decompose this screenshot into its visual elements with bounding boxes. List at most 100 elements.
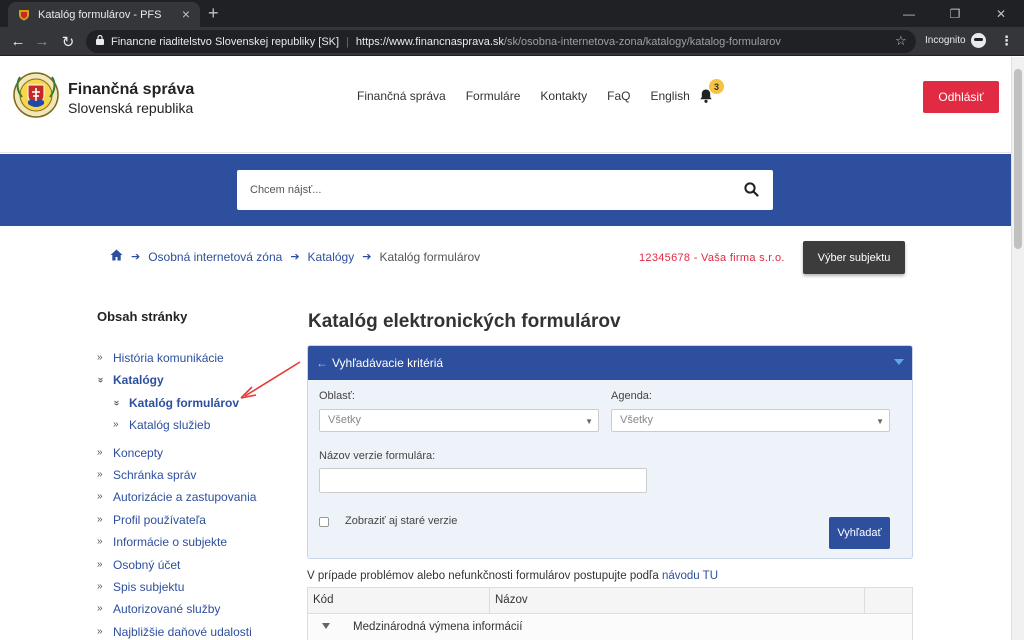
nav-item-kontakty[interactable]: Kontakty [540, 89, 587, 103]
sidebar-item-autorizovane-sluzby[interactable]: » Autorizované služby [97, 600, 277, 622]
agenda-label: Agenda: [611, 390, 652, 402]
column-header-kod[interactable]: Kód [313, 594, 333, 606]
nav-item-financna-sprava[interactable]: Finančná správa [357, 89, 446, 103]
url-host: https://www.financnasprava.sk [355, 35, 504, 48]
browser-menu-icon[interactable]: ⋮ [1000, 33, 1013, 49]
search-criteria-title: Vyhľadávacie kritériá [332, 356, 444, 370]
chevron-right-icon: » [97, 625, 103, 637]
show-old-versions-checkbox[interactable] [319, 517, 329, 527]
nav-item-english[interactable]: English [650, 89, 689, 103]
agenda-select[interactable]: Všetky ▼ [611, 409, 890, 432]
chevron-right-icon: » [97, 513, 103, 525]
page-title: Katalóg elektronických formulárov [308, 311, 621, 332]
address-bar[interactable]: Financne riaditelstvo Slovenskej republi… [86, 30, 916, 53]
sidebar-item-label: Spis subjektu [113, 579, 185, 594]
area-select-value: Všetky [328, 414, 362, 426]
sidebar-item-katalog-formularov[interactable]: » Katalóg formulárov [97, 394, 277, 416]
search-criteria-header[interactable]: ← Vyhľadávacie kritériá [308, 346, 912, 380]
financna-sprava-logo[interactable] [12, 65, 60, 125]
breadcrumb-arrow-icon: ➔ [362, 251, 372, 263]
sidebar-item-osobny-ucet[interactable]: » Osobný účet [97, 556, 277, 578]
breadcrumb-item-osobna-zona[interactable]: Osobná internetová zóna [148, 250, 282, 264]
chevron-right-icon: » [97, 468, 103, 480]
lock-icon [96, 34, 104, 48]
minimize-button[interactable]: — [886, 0, 932, 27]
sidebar-item-label: Katalóg služieb [129, 418, 211, 433]
tab-title: Katalóg formulárov - PFS [38, 8, 162, 21]
chevron-right-icon: » [97, 536, 103, 548]
logout-button[interactable]: Odhlásiť [923, 81, 999, 113]
table-group-row[interactable]: Medzinárodná výmena informácií [308, 615, 912, 640]
sidebar-item-schranka[interactable]: » Schránka správ [97, 466, 277, 488]
breadcrumb-item-katalogy[interactable]: Katalógy [308, 250, 355, 264]
sidebar-item-autorizacie[interactable]: » Autorizácie a zastupovania [97, 488, 277, 510]
search-button[interactable]: Vyhľadať [829, 517, 890, 549]
sidebar-item-label: História komunikácie [113, 351, 224, 365]
sidebar-item-katalog-sluzieb[interactable]: » Katalóg služieb [97, 416, 277, 438]
sidebar-item-danove-udalosti[interactable]: » Najbližšie daňové udalosti [97, 623, 277, 640]
sidebar-item-label: Informácie o subjekte [113, 535, 228, 550]
breadcrumb-arrow-icon: ➔ [290, 251, 300, 263]
column-header-nazov[interactable]: Názov [495, 594, 528, 606]
area-select[interactable]: Všetky ▼ [319, 409, 599, 432]
chevron-down-icon[interactable] [894, 359, 904, 365]
forward-button[interactable]: → [30, 27, 54, 56]
site-favicon-icon [18, 9, 30, 21]
sidebar-item-katalogy[interactable]: » Katalógy [95, 371, 277, 393]
selected-subject-label: 12345678 - Vaša firma s.r.o. [639, 252, 785, 264]
sidebar-item-label: Koncepty [113, 445, 164, 460]
bookmark-star-icon[interactable]: ☆ [895, 33, 907, 49]
sidebar-item-historia[interactable]: » História komunikácie [97, 349, 277, 371]
chevron-right-icon: » [113, 419, 119, 431]
restore-button[interactable]: ❐ [932, 0, 978, 27]
expand-triangle-icon[interactable] [322, 623, 330, 629]
home-icon[interactable] [110, 249, 123, 264]
sidebar-item-label: Katalógy [113, 373, 164, 388]
site-search-input[interactable]: Chcem nájsť... [237, 170, 773, 210]
sidebar-item-informacie[interactable]: » Informácie o subjekte [97, 533, 277, 555]
scrollbar-thumb[interactable] [1014, 69, 1022, 249]
form-name-label: Názov verzie formulára: [319, 450, 436, 462]
chevron-right-icon: » [97, 558, 103, 570]
collapse-arrow-icon: ← [316, 356, 328, 370]
chevron-right-icon: » [97, 352, 103, 363]
sidebar-item-label: Katalóg formulárov [129, 395, 240, 410]
help-guide-link[interactable]: návodu TU [662, 570, 718, 582]
close-window-button[interactable]: ✕ [978, 0, 1024, 27]
tab-close-icon[interactable]: × [182, 6, 190, 22]
select-subject-button[interactable]: Výber subjektu [803, 241, 905, 274]
chevron-down-icon: » [110, 400, 122, 406]
address-divider: | [346, 35, 349, 48]
notification-count-badge: 3 [709, 79, 724, 94]
nav-item-faq[interactable]: FaQ [607, 89, 630, 103]
incognito-icon [970, 33, 986, 48]
brand-name: Finančná správa [68, 81, 195, 98]
search-icon[interactable] [744, 182, 759, 197]
form-name-input[interactable] [319, 468, 647, 493]
column-divider [864, 588, 865, 614]
table-header: Kód Názov [308, 588, 912, 614]
site-header: Finančná správa Slovenská republika Fina… [0, 57, 1011, 153]
chevron-right-icon: » [97, 603, 103, 615]
new-tab-button[interactable]: + [208, 2, 219, 24]
sidebar-item-label: Profil používateľa [113, 512, 206, 527]
nav-item-formulare[interactable]: Formuláre [466, 89, 521, 103]
agenda-select-value: Všetky [620, 414, 654, 426]
browser-tab[interactable]: Katalóg formulárov - PFS × [8, 2, 200, 27]
reload-button[interactable]: ↻ [56, 27, 80, 56]
main-nav: Finančná správa Formuláre Kontakty FaQ E… [357, 89, 690, 103]
sidebar: » História komunikácie » Katalógy » Katalóg… [95, 349, 277, 640]
help-note: V prípade problémov alebo nefunkčnosti f… [307, 570, 718, 582]
back-button[interactable]: ← [6, 27, 30, 56]
page-scrollbar[interactable] [1011, 57, 1024, 640]
sidebar-item-label: Schránka správ [113, 467, 197, 482]
sidebar-item-spis[interactable]: » Spis subjektu [97, 578, 277, 600]
sidebar-item-label: Autorizované služby [113, 602, 221, 617]
url-path: /sk/osobna-internetova-zona/katalogy/kat… [503, 35, 781, 48]
search-placeholder: Chcem nájsť... [250, 184, 322, 196]
chevron-right-icon: » [97, 446, 103, 458]
sidebar-item-koncepty[interactable]: » Koncepty [97, 444, 277, 466]
incognito-indicator[interactable]: Incognito [925, 33, 986, 48]
chevron-right-icon: » [97, 580, 103, 592]
sidebar-item-profil[interactable]: » Profil používateľa [97, 511, 277, 533]
